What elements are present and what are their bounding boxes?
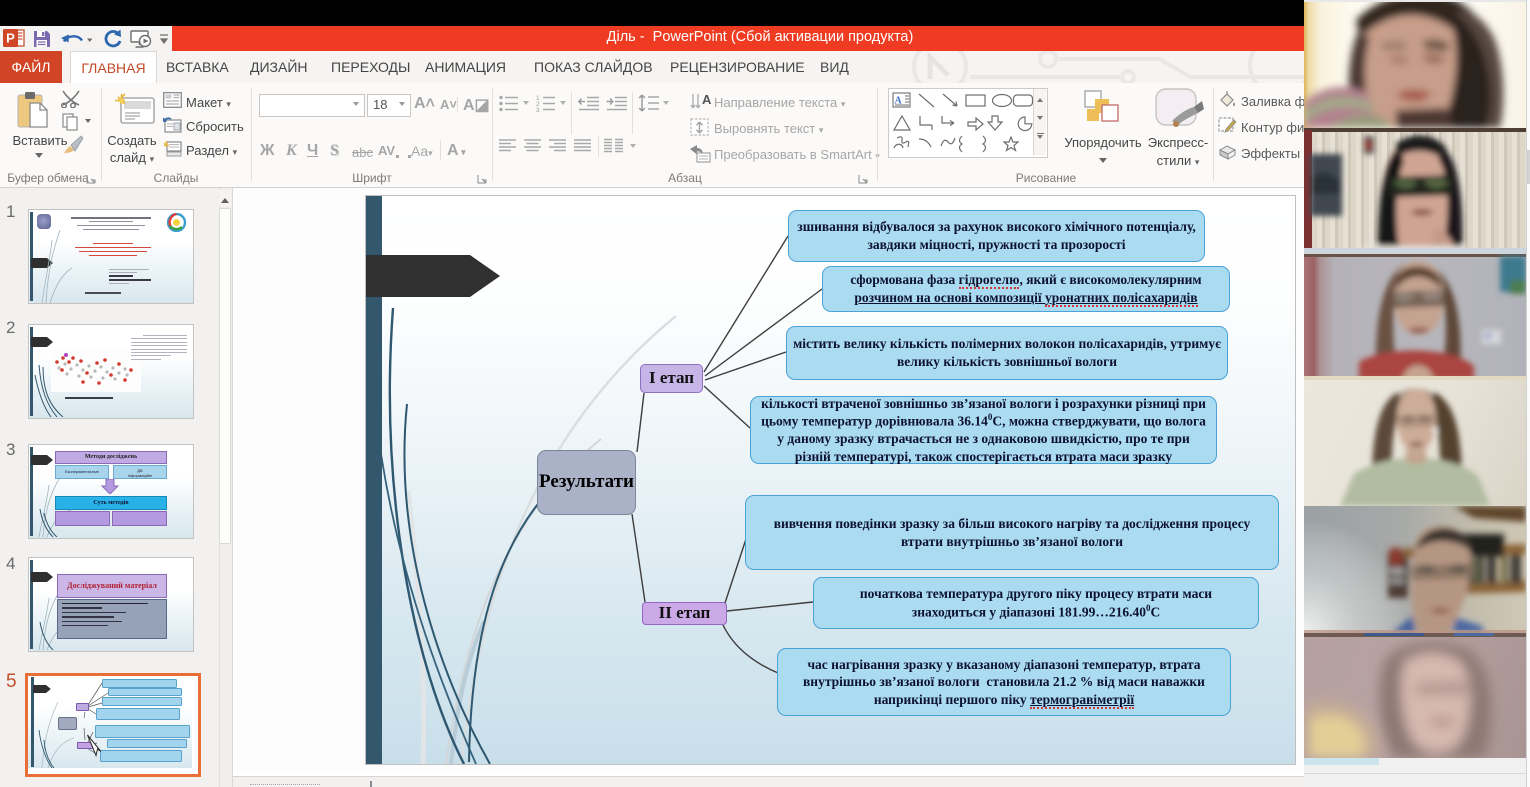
svg-text:P: P	[6, 31, 15, 46]
svg-text:3: 3	[536, 107, 540, 112]
svg-text:A: A	[702, 92, 712, 107]
